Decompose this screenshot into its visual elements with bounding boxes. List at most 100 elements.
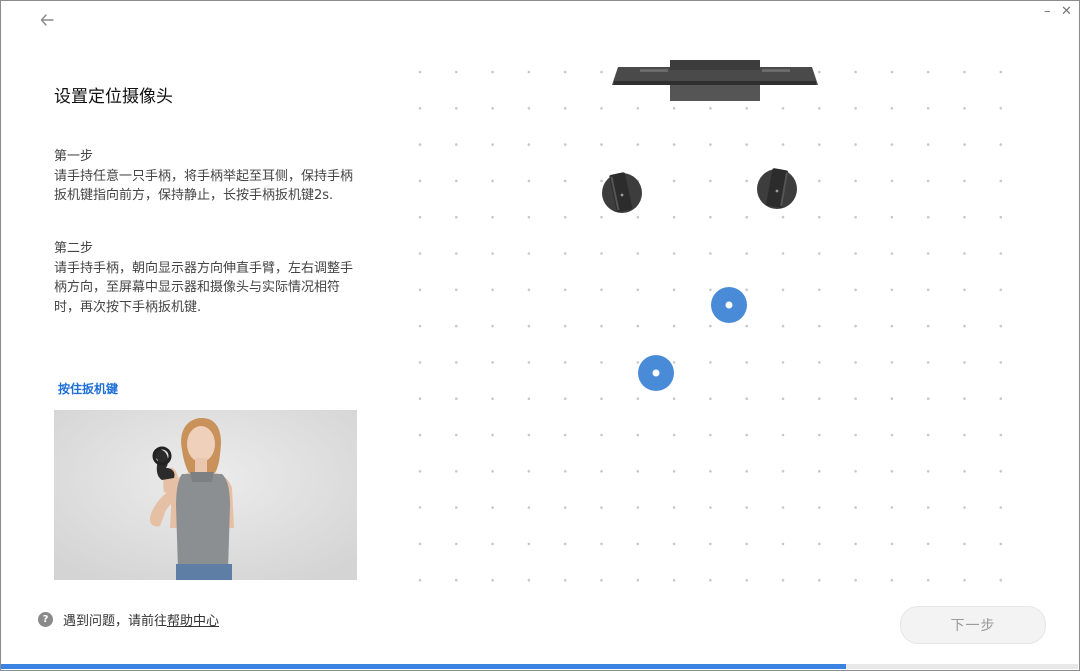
instruction-video — [54, 410, 357, 580]
grid-dot — [563, 179, 567, 183]
grid-dot — [527, 542, 531, 546]
grid-dot — [781, 143, 785, 146]
grid-dot — [527, 470, 531, 473]
grid-dot — [963, 433, 966, 437]
grid-dot — [491, 179, 494, 183]
grid-dot — [999, 506, 1003, 509]
grid-dot — [672, 397, 676, 401]
grid-dot — [926, 215, 930, 219]
grid-dot — [781, 542, 785, 546]
grid-dot — [963, 179, 966, 183]
grid-dot — [636, 107, 640, 110]
grid-dot — [527, 324, 531, 328]
grid-dot — [491, 252, 494, 255]
grid-dot — [600, 361, 603, 364]
grid-dot — [491, 542, 494, 546]
grid-dot — [709, 361, 712, 364]
step-1-heading: 第一步 — [54, 149, 94, 164]
grid-dot — [999, 433, 1003, 437]
grid-dot — [854, 179, 857, 183]
grid-dot — [890, 324, 894, 328]
grid-dot — [672, 179, 676, 183]
grid-dot — [563, 215, 567, 219]
grid-dot — [781, 252, 785, 255]
grid-dot — [672, 143, 676, 146]
grid-dot — [890, 107, 894, 110]
grid-dot — [491, 506, 494, 509]
grid-dot — [999, 324, 1003, 328]
grid-dot — [999, 179, 1003, 183]
grid-dot — [491, 107, 494, 110]
grid-dot — [818, 252, 821, 255]
back-arrow-icon[interactable] — [38, 11, 56, 29]
grid-dot — [854, 324, 857, 328]
grid-dot — [781, 215, 785, 219]
grid-dot — [854, 470, 857, 473]
grid-dot — [745, 361, 748, 364]
grid-dot — [563, 578, 567, 582]
grid-dot — [600, 433, 603, 437]
grid-dot — [781, 397, 785, 401]
monitor-graphic — [612, 60, 818, 101]
grid-dot — [926, 324, 930, 328]
grid-dot — [455, 288, 458, 292]
grid-dot — [418, 506, 422, 509]
grid-dot — [818, 578, 821, 582]
grid-dot — [926, 70, 930, 74]
grid-dot — [563, 361, 567, 364]
grid-dot — [926, 288, 930, 292]
grid-dot — [890, 215, 894, 219]
grid-dot — [999, 397, 1003, 401]
grid-dot — [672, 215, 676, 219]
grid-dot — [854, 542, 857, 546]
grid-dot — [818, 470, 821, 473]
grid-dot — [491, 361, 494, 364]
grid-dot — [818, 179, 821, 183]
grid-dot — [600, 542, 603, 546]
grid-dot — [926, 578, 930, 582]
grid-dot — [854, 70, 857, 74]
grid-dot — [999, 215, 1003, 219]
next-step-button[interactable]: 下一步 — [900, 606, 1046, 644]
grid-dot — [854, 252, 857, 255]
grid-dot — [563, 288, 567, 292]
grid-dot — [709, 542, 712, 546]
left-camera-graphic — [602, 172, 642, 213]
grid-dot — [455, 361, 458, 364]
grid-dot — [672, 252, 676, 255]
grid-dot — [854, 143, 857, 146]
grid-dot — [491, 470, 494, 473]
grid-dot — [854, 506, 857, 509]
grid-dot — [709, 179, 712, 183]
grid-dot — [963, 397, 966, 401]
grid-dot — [600, 252, 603, 255]
grid-dot — [963, 361, 966, 364]
grid-dot — [418, 397, 422, 401]
grid-dot — [854, 361, 857, 364]
close-button[interactable]: ✕ — [1061, 4, 1072, 20]
grid-dot — [636, 288, 640, 292]
grid-dot — [527, 252, 531, 255]
grid-dot — [999, 143, 1003, 146]
grid-dot — [709, 433, 712, 437]
grid-dot — [781, 361, 785, 364]
grid-dot — [818, 542, 821, 546]
grid-dot — [854, 288, 857, 292]
grid-dot — [563, 542, 567, 546]
grid-dot — [999, 288, 1003, 292]
grid-dot — [491, 70, 494, 74]
grid-dot — [672, 578, 676, 582]
help-row: ? 遇到问题，请前往 帮助中心 — [38, 610, 219, 629]
grid-dot — [491, 215, 494, 219]
grid-dot — [818, 397, 821, 401]
grid-dot — [455, 143, 458, 146]
grid-dot — [672, 506, 676, 509]
grid-dot — [672, 107, 676, 110]
grid-dot — [527, 288, 531, 292]
grid-dot — [963, 252, 966, 255]
minimize-button[interactable]: – — [1044, 4, 1051, 20]
person-holding-controller-image — [54, 410, 357, 580]
grid-dot — [600, 179, 603, 183]
grid-dot — [491, 578, 494, 582]
help-center-link[interactable]: 帮助中心 — [167, 610, 219, 629]
